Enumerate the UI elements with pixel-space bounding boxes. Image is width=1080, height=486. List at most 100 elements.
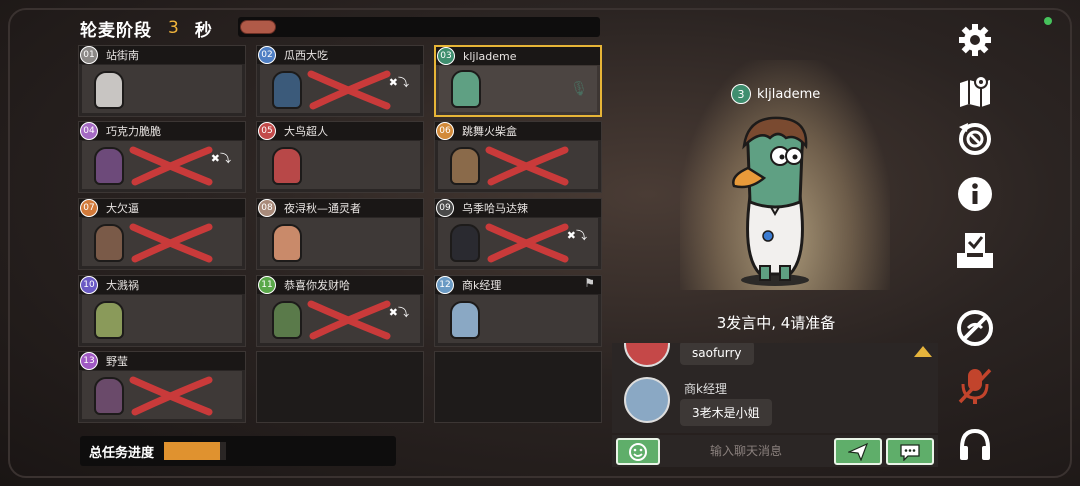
player-card[interactable]: 10 大溅祸 [78, 275, 246, 347]
player-card[interactable]: 05 大鸟超人 [256, 121, 424, 193]
player-number: 09 [436, 199, 454, 217]
player-name: 夜浔秋—通灵者 [284, 202, 361, 215]
speaker-number: 3 [731, 84, 751, 104]
map-button[interactable] [950, 70, 1000, 110]
player-card-header: 02 瓜西大吃 [257, 46, 423, 64]
player-avatar-area [260, 218, 420, 266]
quick-chat-button[interactable] [886, 438, 934, 465]
player-card-header: 01 站街南 [79, 46, 245, 64]
mic-muted-icon [958, 368, 992, 404]
player-card[interactable]: 02 瓜西大吃 ✖⤵ [256, 45, 424, 117]
chat-input[interactable] [664, 439, 828, 463]
chat-avatar [624, 377, 670, 423]
chat-panel[interactable]: saofurry 商k经理 3老木是小姐 [612, 343, 938, 433]
chat-input-bar [612, 435, 938, 467]
info-button[interactable] [950, 174, 1000, 214]
player-card[interactable]: 06 跳舞火柴盒 [434, 121, 602, 193]
speaker-duck-avatar [732, 116, 809, 286]
player-number: 05 [258, 122, 276, 140]
player-number: 08 [258, 199, 276, 217]
speaking-status: 3发言中, 4请准备 [716, 314, 836, 332]
task-progress-fill [164, 442, 220, 460]
player-card[interactable]: 04 巧克力脆脆 ✖⤵ [78, 121, 246, 193]
no-speak-button[interactable] [950, 308, 1000, 348]
chat-avatar [624, 343, 670, 367]
chat-message: 商k经理 3老木是小姐 [624, 377, 772, 426]
mic-mute-button[interactable] [950, 366, 1000, 406]
player-name: 巧克力脆脆 [106, 125, 161, 138]
player-number: 06 [436, 122, 454, 140]
emoji-button[interactable] [616, 438, 660, 465]
player-name: 大欠逼 [106, 202, 139, 215]
chat-collapse-arrow-icon[interactable] [914, 346, 932, 357]
player-name: 大鸟超人 [284, 125, 328, 138]
replay-icon [959, 123, 991, 155]
phase-timer-bar [238, 17, 600, 37]
chat-message-content: saofurry [670, 343, 754, 365]
map-icon [960, 75, 990, 107]
player-avatar-area [82, 295, 242, 343]
vote-button[interactable] [950, 230, 1000, 270]
vote-icon [957, 233, 993, 268]
player-card[interactable]: 01 站街南 [78, 45, 246, 117]
chat-message: saofurry [624, 343, 754, 367]
player-duck-avatar [94, 147, 124, 185]
player-card[interactable]: 13 野莹 [78, 351, 246, 423]
eliminated-cross-icon [129, 376, 213, 416]
chat-message-content: 商k经理 3老木是小姐 [670, 380, 772, 426]
player-number: 02 [258, 46, 276, 64]
player-name: 跳舞火柴盒 [462, 125, 517, 138]
speaker-tag: 3 kljlademe [731, 84, 820, 104]
player-duck-avatar [94, 71, 124, 109]
replay-button[interactable] [950, 118, 1000, 158]
player-number: 13 [80, 352, 98, 370]
eliminated-cross-icon [129, 146, 213, 186]
quick-chat-icon [900, 443, 920, 461]
player-name: 乌季哈马达辣 [462, 202, 528, 215]
task-progress-bar [164, 442, 227, 460]
task-progress: 总任务进度 [80, 436, 396, 466]
smile-icon [629, 442, 647, 461]
phase-seconds-unit: 秒 [194, 20, 212, 41]
player-avatar-area [260, 141, 420, 189]
send-button[interactable] [834, 438, 882, 465]
player-name: 商k经理 [462, 279, 502, 292]
task-progress-label: 总任务进度 [89, 445, 155, 461]
player-card-header: 07 大欠逼 [79, 199, 245, 217]
player-card[interactable]: 12 商k经理 ⚑ [434, 275, 602, 347]
phase-timer-fill [240, 20, 276, 34]
player-duck-avatar [450, 147, 480, 185]
phase-header: 轮麦阶段 3 秒 [80, 17, 212, 41]
player-duck-avatar [94, 301, 124, 339]
headphones-button[interactable] [950, 424, 1000, 464]
phase-seconds: 3 [168, 18, 179, 38]
player-name: 大溅祸 [106, 279, 139, 292]
player-name: 野莹 [106, 355, 128, 368]
player-number: 11 [258, 276, 276, 294]
eliminated-cross-icon [307, 70, 391, 110]
player-card[interactable]: 07 大欠逼 [78, 198, 246, 270]
eliminated-cross-icon [129, 223, 213, 263]
player-card-header: 05 大鸟超人 [257, 122, 423, 140]
player-name: 站街南 [106, 49, 139, 62]
player-card-header: 09 乌季哈马达辣 [435, 199, 601, 217]
player-card[interactable]: 03 kljlademe 🎙 [434, 45, 602, 117]
player-avatar-area [438, 295, 598, 343]
player-name: 恭喜你发财哈 [284, 279, 350, 292]
kicked-icon: ✖⤵ [566, 229, 587, 242]
player-card-header: 11 恭喜你发财哈 [257, 276, 423, 294]
no-speak-icon [957, 310, 993, 346]
player-name: kljlademe [463, 49, 517, 63]
chat-bubble: 3老木是小姐 [680, 399, 772, 426]
player-duck-avatar [450, 301, 480, 339]
player-card[interactable]: 11 恭喜你发财哈 ✖⤵ [256, 275, 424, 347]
player-name: 瓜西大吃 [284, 49, 328, 62]
player-number: 10 [80, 276, 98, 294]
settings-button[interactable] [950, 20, 1000, 60]
player-card-header: 06 跳舞火柴盒 [435, 122, 601, 140]
player-duck-avatar [272, 224, 302, 262]
player-number: 03 [437, 47, 455, 65]
player-avatar-area [82, 65, 242, 113]
player-card[interactable]: 08 夜浔秋—通灵者 [256, 198, 424, 270]
player-card[interactable]: 09 乌季哈马达辣 ✖⤵ [434, 198, 602, 270]
